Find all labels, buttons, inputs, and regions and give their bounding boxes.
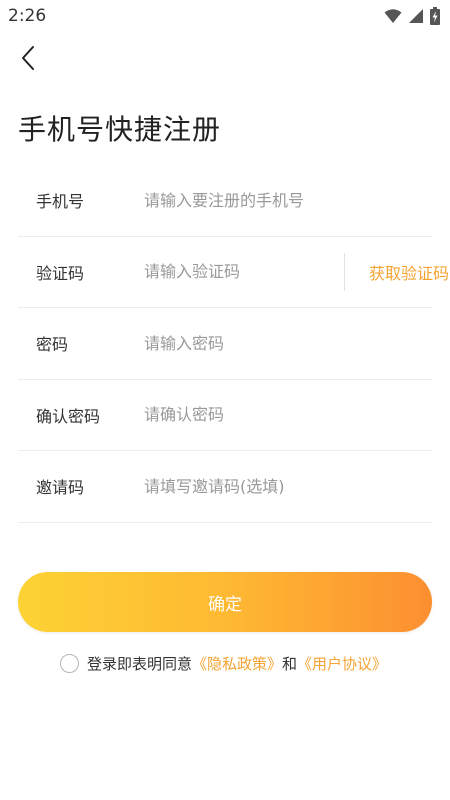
confirm-password-row: 确认密码 [18,380,432,451]
status-time: 2:26 [8,6,47,26]
page-title: 手机号快捷注册 [18,113,222,146]
register-form: 手机号 验证码 获取验证码 密码 确认密码 邀请码 [18,165,449,523]
confirm-password-input[interactable] [126,394,432,435]
password-input[interactable] [126,323,432,364]
agreement-prefix: 登录即表明同意 [87,654,193,673]
agreement-checkbox[interactable] [60,653,79,673]
invite-code-input[interactable] [126,466,432,507]
password-row: 密码 [18,308,432,380]
code-input[interactable] [126,251,344,292]
wifi-icon [384,9,402,23]
invite-code-label: 邀请码 [36,478,85,498]
submit-button[interactable]: 确定 [18,572,432,632]
privacy-policy-link[interactable]: 《隐私政策》 [192,653,282,674]
cell-signal-icon [409,9,423,23]
phone-label: 手机号 [36,192,85,212]
user-agreement-link[interactable]: 《用户协议》 [297,653,387,674]
confirm-password-label: 确认密码 [36,406,101,426]
agreement-row: 登录即表明同意 《隐私政策》 和 《用户协议》 [60,652,387,674]
invite-code-row: 邀请码 [18,451,432,523]
phone-row: 手机号 [18,165,432,237]
battery-charging-icon [430,7,440,25]
code-label: 验证码 [36,263,85,283]
get-code-button[interactable]: 获取验证码 [345,260,450,284]
password-label: 密码 [36,335,69,355]
back-button[interactable] [14,42,42,74]
chevron-left-icon [22,46,34,70]
phone-input[interactable] [126,180,432,221]
code-row: 验证码 获取验证码 [18,237,449,308]
agreement-conjunction: 和 [282,654,298,673]
status-bar: 2:26 [0,0,450,32]
status-icons [384,6,440,26]
